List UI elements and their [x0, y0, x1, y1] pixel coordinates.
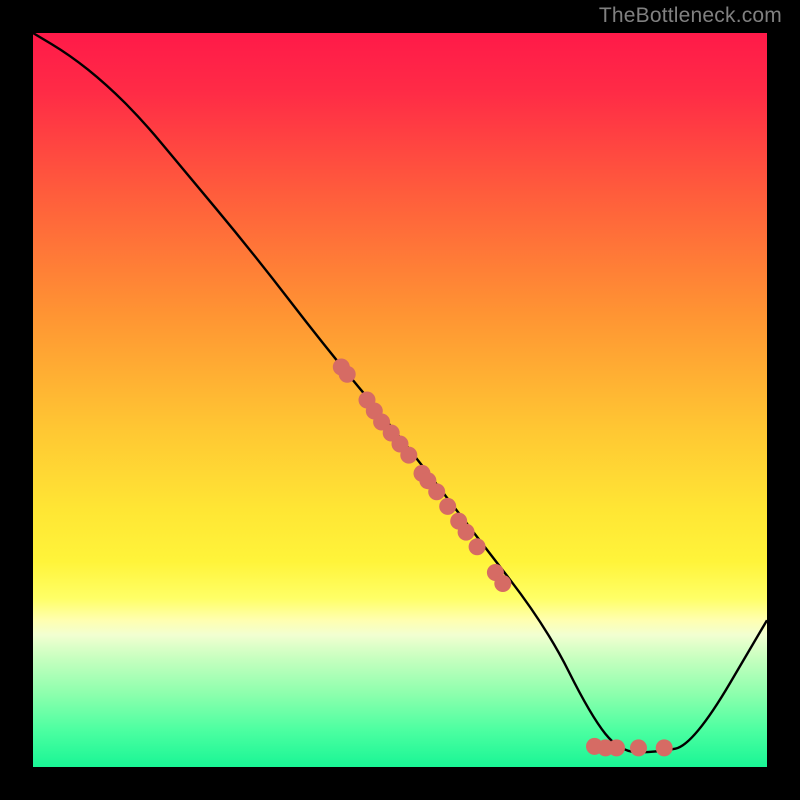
curve-path [33, 33, 767, 752]
points-group [333, 359, 673, 757]
data-point [400, 447, 417, 464]
chart-container: TheBottleneck.com [0, 0, 800, 800]
data-point [428, 483, 445, 500]
data-point [339, 366, 356, 383]
data-point [630, 739, 647, 756]
data-point [458, 524, 475, 541]
data-point [439, 498, 456, 515]
attribution-text: TheBottleneck.com [599, 4, 782, 28]
data-point [494, 575, 511, 592]
chart-svg [33, 33, 767, 767]
data-point [656, 739, 673, 756]
data-point [469, 538, 486, 555]
data-point [608, 739, 625, 756]
plot-area [33, 33, 767, 767]
